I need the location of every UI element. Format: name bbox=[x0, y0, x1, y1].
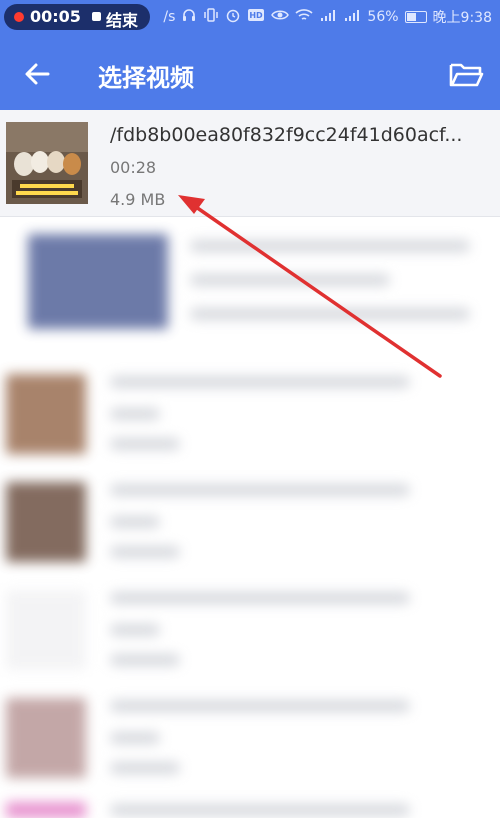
hd-icon: HD bbox=[247, 8, 265, 26]
network-speed: /s bbox=[163, 9, 176, 25]
video-list: /fdb8b00ea80f832f9cc24f41d60acf... 00:28… bbox=[0, 110, 500, 818]
back-button[interactable] bbox=[18, 54, 58, 94]
status-icons: /s HD 56% 晚上9:38 bbox=[163, 6, 492, 28]
placeholder-line bbox=[110, 624, 160, 636]
placeholder-line bbox=[190, 240, 470, 252]
list-item-blurred[interactable] bbox=[0, 216, 500, 356]
folder-icon bbox=[449, 63, 484, 87]
placeholder-line bbox=[110, 376, 410, 388]
stop-record-label[interactable]: 结束 bbox=[106, 7, 138, 31]
app-bar: 选择视频 bbox=[0, 36, 500, 110]
video-thumbnail bbox=[6, 698, 86, 778]
placeholder-line bbox=[110, 700, 410, 712]
dogs-thumbnail-image bbox=[6, 122, 88, 204]
status-bar: 00:05 结束 /s HD 56% 晚上9:38 bbox=[0, 0, 500, 36]
eye-icon bbox=[271, 8, 290, 26]
top-bar: 00:05 结束 /s HD 56% 晚上9:38 选择视频 bbox=[0, 0, 500, 110]
wifi-icon bbox=[295, 8, 313, 26]
list-item-selected-video[interactable]: /fdb8b00ea80f832f9cc24f41d60acf... 00:28… bbox=[0, 110, 500, 217]
record-timer: 00:05 bbox=[30, 7, 81, 26]
placeholder-line bbox=[110, 484, 410, 496]
placeholder-line bbox=[110, 804, 410, 816]
placeholder-line bbox=[110, 546, 180, 558]
placeholder-line bbox=[110, 516, 160, 528]
battery-icon bbox=[404, 11, 427, 23]
placeholder-line bbox=[110, 592, 410, 604]
video-thumbnail bbox=[6, 802, 86, 818]
back-arrow-icon bbox=[25, 63, 50, 85]
placeholder-line bbox=[190, 274, 390, 286]
placeholder-line bbox=[110, 762, 180, 774]
video-thumbnail bbox=[6, 590, 86, 670]
video-thumbnail bbox=[6, 374, 86, 454]
video-duration: 00:28 bbox=[110, 158, 157, 177]
list-item-blurred[interactable] bbox=[0, 362, 500, 468]
signal-icon bbox=[343, 8, 361, 26]
placeholder-line bbox=[110, 408, 160, 420]
video-size: 4.9 MB bbox=[110, 190, 166, 209]
screen-record-pill[interactable]: 00:05 结束 bbox=[4, 4, 150, 30]
clock: 晚上9:38 bbox=[432, 10, 492, 26]
video-thumbnail bbox=[28, 234, 168, 329]
page-title: 选择视频 bbox=[98, 64, 194, 92]
stop-icon bbox=[92, 12, 101, 21]
video-thumbnail bbox=[6, 482, 86, 562]
video-thumbnail bbox=[6, 122, 88, 204]
record-dot-icon bbox=[14, 12, 24, 22]
placeholder-line bbox=[110, 438, 180, 450]
video-filename: /fdb8b00ea80f832f9cc24f41d60acf... bbox=[110, 124, 463, 146]
list-item-blurred[interactable] bbox=[0, 794, 500, 818]
placeholder-line bbox=[190, 308, 470, 320]
battery-percent: 56% bbox=[367, 9, 399, 25]
folder-button[interactable] bbox=[446, 54, 486, 94]
list-item-blurred[interactable] bbox=[0, 686, 500, 792]
vibrate-icon bbox=[203, 7, 219, 27]
signal-icon bbox=[319, 8, 337, 26]
alarm-icon bbox=[225, 7, 241, 27]
placeholder-line bbox=[110, 654, 180, 666]
list-item-blurred[interactable] bbox=[0, 578, 500, 684]
placeholder-line bbox=[110, 732, 160, 744]
headphones-icon bbox=[181, 7, 197, 27]
svg-text:HD: HD bbox=[250, 11, 264, 20]
list-item-blurred[interactable] bbox=[0, 470, 500, 576]
